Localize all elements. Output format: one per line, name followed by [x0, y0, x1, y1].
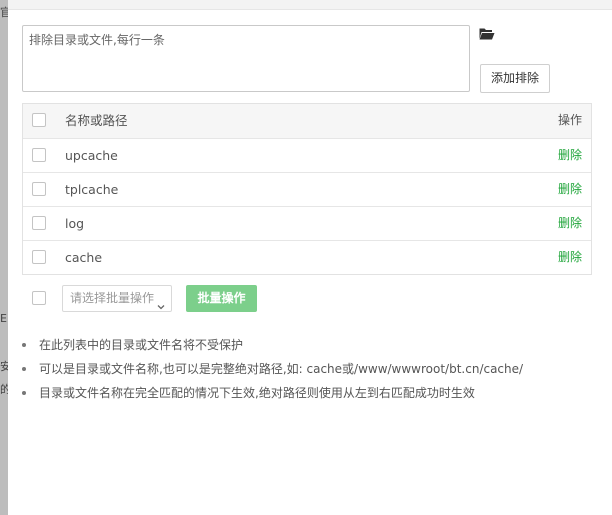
- chevron-down-icon: [157, 295, 165, 310]
- table-row: tplcache 删除: [23, 172, 591, 206]
- add-exclude-button[interactable]: 添加排除: [480, 64, 550, 93]
- table-row: cache 删除: [23, 240, 591, 274]
- column-header-operation: 操作: [557, 113, 582, 127]
- column-header-name: 名称或路径: [65, 113, 128, 128]
- row-path: cache: [65, 250, 103, 265]
- exclude-input[interactable]: [22, 25, 470, 92]
- tip-item: 在此列表中的目录或文件名将不受保护: [22, 333, 523, 357]
- row-path: tplcache: [65, 182, 119, 197]
- delete-link[interactable]: 删除: [558, 241, 582, 274]
- table-header: 名称或路径 操作: [23, 104, 591, 138]
- table-row: log 删除: [23, 206, 591, 240]
- batch-operation-select[interactable]: 请选择批量操作: [62, 285, 172, 312]
- delete-link[interactable]: 删除: [558, 207, 582, 240]
- table-row: upcache 删除: [23, 138, 591, 172]
- help-tips: 在此列表中的目录或文件名将不受保护 可以是目录或文件名称,也可以是完整绝对路径,…: [22, 333, 523, 405]
- row-checkbox[interactable]: [32, 148, 46, 162]
- exclude-dialog: 添加排除 名称或路径 操作 upcache 删除 tplcache 删除 log…: [8, 0, 612, 515]
- select-all-checkbox[interactable]: [32, 113, 46, 127]
- batch-select-all-checkbox[interactable]: [32, 291, 46, 305]
- batch-select-placeholder: 请选择批量操作: [70, 291, 155, 305]
- background-page: 官 安 的 E: [0, 0, 11, 515]
- delete-link[interactable]: 删除: [558, 139, 582, 172]
- delete-link[interactable]: 删除: [558, 173, 582, 206]
- dialog-title-bar: [8, 0, 612, 10]
- row-checkbox[interactable]: [32, 250, 46, 264]
- row-path: upcache: [65, 148, 118, 163]
- background-text: E: [0, 312, 7, 325]
- batch-operation-button[interactable]: 批量操作: [186, 285, 257, 312]
- exclude-table: 名称或路径 操作 upcache 删除 tplcache 删除 log 删除 c…: [22, 103, 592, 275]
- tip-item: 目录或文件名称在完全匹配的情况下生效,绝对路径则使用从左到右匹配成功时生效: [22, 381, 523, 405]
- row-checkbox[interactable]: [32, 182, 46, 196]
- row-checkbox[interactable]: [32, 216, 46, 230]
- tip-item: 可以是目录或文件名称,也可以是完整绝对路径,如: cache或/www/wwwr…: [22, 357, 523, 381]
- row-path: log: [65, 216, 85, 231]
- folder-open-icon[interactable]: [479, 27, 495, 40]
